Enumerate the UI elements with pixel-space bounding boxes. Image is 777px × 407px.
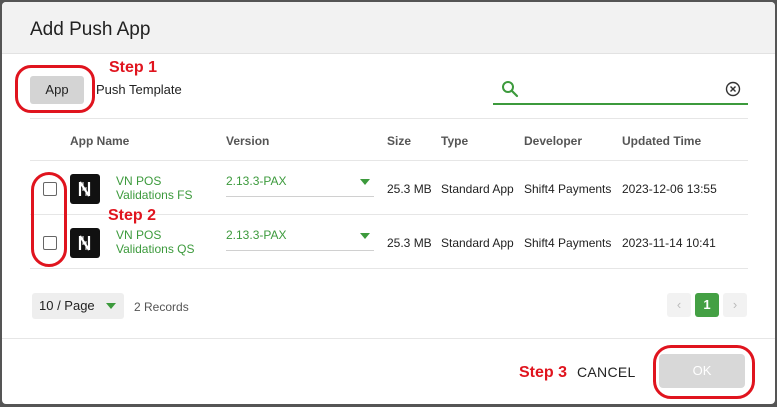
type-cell: Standard App (441, 182, 514, 196)
column-header-developer: Developer (524, 134, 583, 148)
app-name[interactable]: VN POS Validations QS (116, 228, 216, 256)
footer-divider (2, 338, 775, 339)
column-header-app-name: App Name (70, 134, 130, 148)
size-cell: 25.3 MB (387, 182, 432, 196)
updated-time-cell: 2023-12-06 13:55 (622, 182, 717, 196)
developer-cell: Shift4 Payments (524, 236, 612, 250)
app-name-line1: VN POS (116, 228, 162, 242)
app-name-line2: Validations FS (116, 188, 193, 202)
version-select[interactable]: 2.13.3-PAX (226, 171, 374, 197)
column-header-version: Version (226, 134, 270, 148)
next-page-button[interactable]: › (723, 293, 747, 317)
step1-highlight (15, 65, 95, 113)
dialog-header: Add Push App (2, 2, 775, 54)
app-logo-icon (70, 228, 100, 258)
step3-highlight (653, 345, 755, 399)
step1-label: Step 1 (109, 59, 158, 76)
app-name-line1: VN POS (116, 174, 162, 188)
column-header-updated-time: Updated Time (622, 134, 702, 148)
page-1-button[interactable]: 1 (695, 293, 719, 317)
type-cell: Standard App (441, 236, 514, 250)
tab-push-template[interactable]: Push Template (96, 82, 182, 97)
step2-highlight (31, 172, 67, 267)
search-input[interactable] (493, 75, 748, 105)
developer-cell: Shift4 Payments (524, 182, 612, 196)
version-select[interactable]: 2.13.3-PAX (226, 225, 374, 251)
version-value: 2.13.3-PAX (226, 228, 287, 242)
size-cell: 25.3 MB (387, 236, 432, 250)
search-icon (502, 81, 519, 98)
app-name[interactable]: VN POS Validations FS (116, 174, 216, 202)
add-push-app-dialog: Add Push App App Push Template App Name … (2, 2, 775, 404)
app-logo-icon (70, 174, 100, 204)
version-value: 2.13.3-PAX (226, 174, 287, 188)
step2-label: Step 2 (108, 207, 157, 224)
prev-page-button[interactable]: ‹ (667, 293, 691, 317)
caret-down-icon (360, 233, 370, 239)
page-size-value: 10 / Page (39, 298, 95, 313)
app-name-line2: Validations QS (116, 242, 195, 256)
dialog-title: Add Push App (30, 19, 151, 40)
cancel-button[interactable]: CANCEL (577, 364, 636, 380)
step3-label: Step 3 (519, 364, 568, 381)
caret-down-icon (106, 303, 116, 309)
clear-icon[interactable] (725, 81, 741, 97)
updated-time-cell: 2023-11-14 10:41 (622, 236, 716, 250)
table-top-divider (30, 118, 748, 119)
record-count: 2 Records (134, 300, 189, 314)
column-header-size: Size (387, 134, 412, 148)
caret-down-icon (360, 179, 370, 185)
page-size-select[interactable]: 10 / Page (32, 293, 124, 319)
column-header-type: Type (441, 134, 469, 148)
row-divider (30, 268, 748, 269)
